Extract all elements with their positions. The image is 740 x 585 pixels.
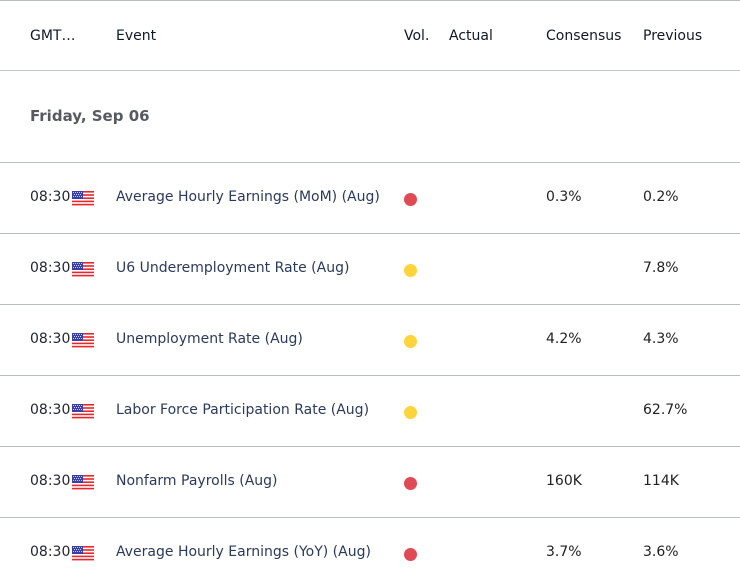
high-volatility-dot-icon [404,548,417,561]
previous-value: 7.8% [643,260,679,276]
column-header-actual[interactable]: Actual [449,28,493,44]
table-row[interactable]: 08:30 Average Hourly Earnings (MoM) (Aug… [0,163,740,234]
us-flag-icon [72,404,94,419]
event-name[interactable]: Average Hourly Earnings (MoM) (Aug) [116,189,380,205]
event-name[interactable]: Average Hourly Earnings (YoY) (Aug) [116,544,371,560]
previous-value: 62.7% [643,402,688,418]
table-header: GMT… Event Vol. Actual Consensus Previou… [0,1,740,71]
medium-volatility-dot-icon [404,335,417,348]
consensus-value: 160K [546,473,582,489]
us-flag-icon [72,475,94,490]
event-time: 08:30 [30,260,71,276]
medium-volatility-dot-icon [404,406,417,419]
column-header-event[interactable]: Event [116,28,156,44]
event-time: 08:30 [30,189,71,205]
consensus-value: 0.3% [546,189,582,205]
us-flag-icon [72,546,94,561]
event-time: 08:30 [30,473,71,489]
medium-volatility-dot-icon [404,264,417,277]
previous-value: 4.3% [643,331,679,347]
column-header-time[interactable]: GMT… [30,28,75,44]
consensus-value: 4.2% [546,331,582,347]
event-name[interactable]: U6 Underemployment Rate (Aug) [116,260,349,276]
us-flag-icon [72,191,94,206]
event-name[interactable]: Unemployment Rate (Aug) [116,331,303,347]
event-time: 08:30 [30,402,71,418]
table-row[interactable]: 08:30 Labor Force Participation Rate (Au… [0,376,740,447]
previous-value: 0.2% [643,189,679,205]
column-header-previous[interactable]: Previous [643,28,702,44]
table-row[interactable]: 08:30 Average Hourly Earnings (YoY) (Aug… [0,518,740,585]
event-name[interactable]: Nonfarm Payrolls (Aug) [116,473,278,489]
previous-value: 114K [643,473,679,489]
high-volatility-dot-icon [404,193,417,206]
table-row[interactable]: 08:30 Unemployment Rate (Aug) 4.2% 4.3% [0,305,740,376]
event-name[interactable]: Labor Force Participation Rate (Aug) [116,402,369,418]
consensus-value: 3.7% [546,544,582,560]
table-row[interactable]: 08:30 U6 Underemployment Rate (Aug) 7.8% [0,234,740,305]
event-time: 08:30 [30,331,71,347]
column-header-volatility[interactable]: Vol. [404,28,429,44]
high-volatility-dot-icon [404,477,417,490]
day-group-header: Friday, Sep 06 [0,72,740,163]
previous-value: 3.6% [643,544,679,560]
us-flag-icon [72,262,94,277]
table-row[interactable]: 08:30 Nonfarm Payrolls (Aug) 160K 114K [0,447,740,518]
day-label: Friday, Sep 06 [30,107,150,125]
column-header-consensus[interactable]: Consensus [546,28,621,44]
us-flag-icon [72,333,94,348]
event-time: 08:30 [30,544,71,560]
